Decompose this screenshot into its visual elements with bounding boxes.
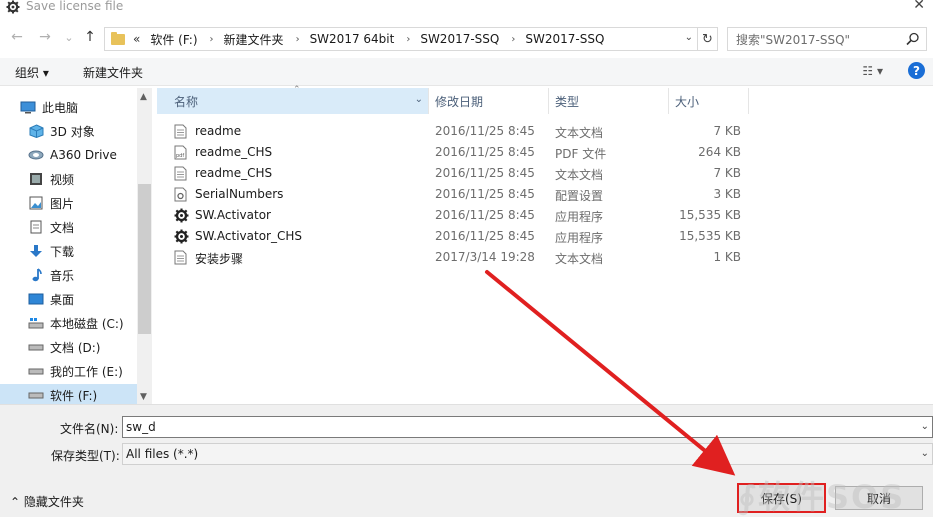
file-row[interactable]: readme_CHS 2016/11/25 8:45 文本文档 7 KB xyxy=(157,163,757,184)
text-file-icon xyxy=(174,166,188,181)
search-input[interactable]: 搜索"SW2017-SSQ" xyxy=(727,27,927,51)
address-bar[interactable]: « 软件 (F:) › 新建文件夹 › SW2017 64bit › SW201… xyxy=(104,27,718,51)
gear-icon xyxy=(174,229,189,244)
column-header-size[interactable]: 大小 xyxy=(669,88,749,114)
navigation-bar: ← → ⌄ ↑ « 软件 (F:) › 新建文件夹 › SW2017 64bit… xyxy=(0,24,933,52)
text-file-icon xyxy=(174,124,188,139)
file-row[interactable]: readme 2016/11/25 8:45 文本文档 7 KB xyxy=(157,121,757,142)
svg-text:pdf: pdf xyxy=(176,153,184,159)
file-row[interactable]: SW.Activator_CHS 2016/11/25 8:45 应用程序 15… xyxy=(157,226,757,247)
system-drive-icon xyxy=(28,316,44,330)
filename-label: 文件名(N): xyxy=(60,422,119,436)
video-icon xyxy=(28,172,44,186)
sidebar-item-local-disk-c[interactable]: 本地磁盘 (C:) xyxy=(0,312,137,334)
file-list: ⌃ 名称 ⌄ 修改日期 类型 大小 readme 2016/11/25 8:45… xyxy=(157,85,933,404)
column-header-name[interactable]: ⌃ 名称 ⌄ xyxy=(157,85,429,114)
hide-folders-toggle[interactable]: ⌃ 隐藏文件夹 xyxy=(10,493,84,510)
sidebar-item-pictures[interactable]: 图片 xyxy=(0,192,137,214)
title-bar: Save license file ✕ xyxy=(0,0,933,16)
sidebar-item-videos[interactable]: 视频 xyxy=(0,168,137,190)
sidebar-item-downloads[interactable]: 下载 xyxy=(0,240,137,262)
drive-icon xyxy=(28,364,44,378)
column-header-date[interactable]: 修改日期 xyxy=(429,88,549,114)
save-button[interactable]: 保存(S) xyxy=(737,483,826,513)
3d-objects-icon xyxy=(28,124,44,138)
save-form-panel: 文件名(N): sw_d ⌄ 保存类型(T): All files (*.*) … xyxy=(0,404,933,517)
scroll-down-icon[interactable]: ▼ xyxy=(140,392,147,402)
gear-icon xyxy=(174,208,189,223)
folder-icon xyxy=(111,31,125,45)
pictures-icon xyxy=(28,196,44,210)
sidebar-item-3d-objects[interactable]: 3D 对象 xyxy=(0,120,137,142)
chevron-down-icon[interactable]: ⌄ xyxy=(685,32,693,43)
gear-icon xyxy=(6,0,20,17)
view-options-icon[interactable]: ☷ ▾ xyxy=(862,64,883,78)
chevron-down-icon[interactable]: ⌄ xyxy=(921,448,929,459)
desktop-icon xyxy=(28,292,44,306)
pdf-file-icon: pdf xyxy=(174,145,188,160)
refresh-icon[interactable]: ↻ xyxy=(697,28,717,50)
computer-icon xyxy=(20,100,36,114)
sidebar-scrollbar[interactable]: ▲ ▼ xyxy=(137,88,152,404)
cloud-drive-icon xyxy=(28,148,44,162)
sidebar-item-documents[interactable]: 文档 xyxy=(0,216,137,238)
sidebar-item-music[interactable]: 音乐 xyxy=(0,264,137,286)
column-header-type[interactable]: 类型 xyxy=(549,88,669,114)
close-icon[interactable]: ✕ xyxy=(913,0,925,13)
organize-button[interactable]: 组织 ▾ xyxy=(15,64,49,81)
file-row[interactable]: SerialNumbers 2016/11/25 8:45 配置设置 3 KB xyxy=(157,184,757,205)
file-row[interactable]: 安装步骤 2017/3/14 19:28 文本文档 1 KB xyxy=(157,247,757,268)
sort-ascending-icon: ⌃ xyxy=(293,85,301,95)
sidebar-item-drive-f[interactable]: 软件 (F:) xyxy=(0,384,137,406)
config-file-icon xyxy=(174,187,188,202)
drive-icon xyxy=(28,340,44,354)
drive-icon xyxy=(28,388,44,402)
chevron-right-icon[interactable]: › xyxy=(406,34,410,45)
breadcrumb-item[interactable]: 软件 (F:) xyxy=(150,31,197,48)
help-icon[interactable]: ? xyxy=(908,62,925,79)
search-icon[interactable] xyxy=(906,32,920,49)
window-title: Save license file xyxy=(26,0,124,13)
new-folder-button[interactable]: 新建文件夹 xyxy=(83,64,143,81)
chevron-down-icon[interactable]: ⌄ xyxy=(921,421,929,432)
forward-arrow-icon[interactable]: → xyxy=(36,28,54,46)
breadcrumb-overflow[interactable]: « xyxy=(133,32,140,46)
sidebar-item-this-pc[interactable]: 此电脑 xyxy=(0,96,137,118)
breadcrumb-item[interactable]: SW2017-SSQ xyxy=(420,32,499,46)
search-placeholder: 搜索"SW2017-SSQ" xyxy=(736,32,851,47)
breadcrumb-item[interactable]: SW2017-SSQ xyxy=(525,32,604,46)
breadcrumb-item[interactable]: 新建文件夹 xyxy=(224,31,284,48)
sidebar-item-desktop[interactable]: 桌面 xyxy=(0,288,137,310)
file-row[interactable]: pdf readme_CHS 2016/11/25 8:45 PDF 文件 26… xyxy=(157,142,757,163)
documents-icon xyxy=(28,220,44,234)
file-row[interactable]: SW.Activator 2016/11/25 8:45 应用程序 15,535… xyxy=(157,205,757,226)
command-toolbar: 组织 ▾ 新建文件夹 ☷ ▾ ? xyxy=(0,58,933,86)
download-icon xyxy=(28,244,44,258)
up-arrow-icon[interactable]: ↑ xyxy=(81,28,99,46)
filename-input[interactable]: sw_d ⌄ xyxy=(122,416,933,438)
filetype-label: 保存类型(T): xyxy=(51,449,120,463)
chevron-down-icon[interactable]: ⌄ xyxy=(415,94,423,105)
breadcrumb-item[interactable]: SW2017 64bit xyxy=(310,32,395,46)
sidebar-item-a360-drive[interactable]: A360 Drive xyxy=(0,144,137,166)
back-arrow-icon[interactable]: ← xyxy=(8,28,26,46)
recent-locations-icon[interactable]: ⌄ xyxy=(60,28,78,46)
sidebar-item-drive-e[interactable]: 我的工作 (E:) xyxy=(0,360,137,382)
chevron-right-icon[interactable]: › xyxy=(210,34,214,45)
navigation-pane: 此电脑 3D 对象 A360 Drive 视频 图片 文档 下载 音乐 桌面 本… xyxy=(0,88,152,406)
filetype-select[interactable]: All files (*.*) ⌄ xyxy=(122,443,933,465)
sidebar-item-drive-d[interactable]: 文档 (D:) xyxy=(0,336,137,358)
chevron-right-icon[interactable]: › xyxy=(296,34,300,45)
chevron-right-icon[interactable]: › xyxy=(511,34,515,45)
text-file-icon xyxy=(174,250,188,265)
music-icon xyxy=(28,268,44,282)
scroll-up-icon[interactable]: ▲ xyxy=(140,92,147,102)
scrollbar-thumb[interactable] xyxy=(138,184,151,334)
cancel-button[interactable]: 取消 xyxy=(835,486,923,510)
